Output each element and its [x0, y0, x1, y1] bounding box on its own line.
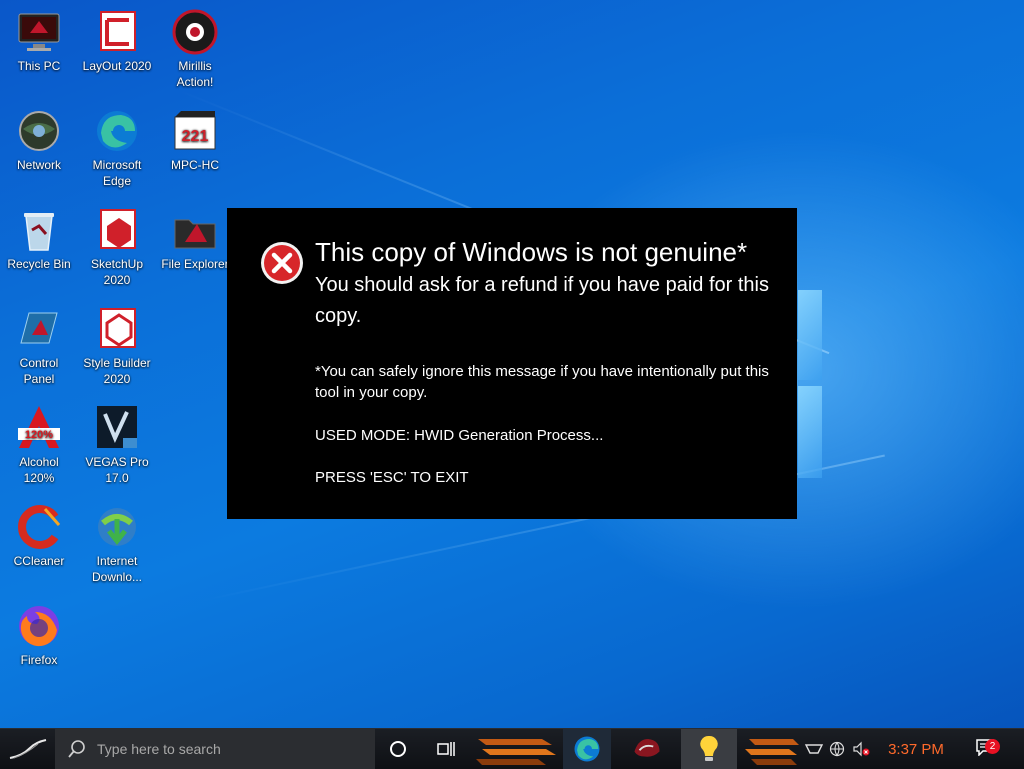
alcohol-icon: 120% [18, 406, 60, 448]
desktop-icon-mpc-hc[interactable]: 221 MPC-HC [156, 107, 234, 173]
not-genuine-dialog: This copy of Windows is not genuine* You… [227, 208, 797, 519]
rog-app-icon [634, 739, 660, 757]
volume-muted-icon [853, 741, 870, 757]
taskbar-search-box[interactable]: Type here to search [55, 729, 375, 769]
desktop-icon-mirillis[interactable]: Mirillis Action! [156, 8, 234, 90]
desktop-icon-style-builder[interactable]: Style Builder 2020 [78, 305, 156, 387]
this-pc-icon [18, 13, 60, 51]
clock-time: 3:37 PM [888, 740, 944, 758]
desktop-icon-control-panel[interactable]: Control Panel [0, 305, 78, 387]
network-icon [19, 111, 59, 151]
lightbulb-icon [700, 735, 718, 761]
taskbar-rog-decoration-right [740, 729, 802, 769]
sketchup-icon [100, 209, 136, 249]
desktop-icon-this-pc[interactable]: This PC [0, 8, 78, 74]
svg-text:120%: 120% [25, 429, 53, 441]
desktop-icon-file-explorer[interactable]: File Explorer [156, 206, 234, 272]
dialog-mode-text: USED MODE: HWID Generation Process... [315, 427, 604, 444]
search-placeholder: Type here to search [97, 741, 221, 757]
desktop-icon-idm[interactable]: Internet Downlo... [78, 503, 156, 585]
desktop-icon-layout[interactable]: LayOut 2020 [78, 8, 156, 74]
tray-volume-button[interactable] [850, 729, 872, 769]
firefox-icon [19, 606, 59, 647]
edge-icon [574, 736, 600, 762]
cortana-circle-icon [390, 741, 406, 757]
taskbar-rog-app-button[interactable] [623, 729, 671, 769]
desktop-icon-edge[interactable]: Microsoft Edge [78, 107, 156, 189]
svg-text:221: 221 [182, 128, 209, 145]
ccleaner-icon [18, 505, 61, 549]
rog-stripes-icon [745, 739, 799, 765]
file-explorer-icon [174, 219, 216, 249]
cortana-button[interactable] [380, 729, 416, 769]
wallpaper-logo-pane [798, 386, 822, 478]
recycle-bin-icon [24, 213, 54, 251]
taskbar: Type here to search 3:37 PM 2 [0, 728, 1024, 769]
dialog-subtitle: You should ask for a refund if you have … [315, 274, 769, 327]
desktop-icon-vegas[interactable]: VEGAS Pro 17.0 [78, 404, 156, 486]
desktop-icon-ccleaner[interactable]: CCleaner [0, 503, 78, 569]
task-view-icon [437, 742, 455, 756]
dialog-exit-hint: PRESS 'ESC' TO EXIT [315, 469, 469, 486]
mirillis-icon [172, 9, 218, 55]
rog-tray-icon [804, 744, 824, 754]
layout-icon [100, 11, 136, 51]
desktop-icon-alcohol[interactable]: 120% Alcohol 120% [0, 404, 78, 486]
rog-stripes-icon [476, 739, 556, 765]
desktop-icon-network[interactable]: Network [0, 107, 78, 173]
taskbar-rog-decoration [470, 729, 560, 769]
taskbar-tips-button[interactable] [681, 729, 737, 769]
tray-rog-icon-button[interactable] [802, 729, 826, 769]
action-center-button[interactable]: 2 [966, 729, 1006, 769]
search-icon [68, 740, 85, 758]
desktop-icon-firefox[interactable]: Firefox [0, 602, 78, 668]
desktop-icon-sketchup[interactable]: SketchUp 2020 [78, 206, 156, 288]
style-builder-icon [100, 308, 136, 348]
error-icon [261, 242, 303, 284]
start-logo-icon [9, 739, 46, 759]
control-panel-icon [20, 312, 58, 344]
wallpaper-logo-pane [798, 290, 822, 380]
desktop-icon-recycle-bin[interactable]: Recycle Bin [0, 206, 78, 272]
dialog-title: This copy of Windows is not genuine* [315, 237, 748, 267]
start-button[interactable] [0, 729, 55, 769]
taskbar-edge-button[interactable] [563, 729, 611, 769]
notification-count-badge: 2 [985, 739, 1000, 754]
task-view-button[interactable] [428, 729, 464, 769]
idm-icon [98, 508, 136, 546]
mpc-hc-icon: 221 [174, 111, 216, 150]
globe-icon [829, 741, 845, 757]
tray-clock[interactable]: 3:37 PM [878, 729, 954, 769]
tray-network-button[interactable] [827, 729, 847, 769]
edge-icon [97, 111, 137, 151]
vegas-icon [97, 406, 137, 448]
dialog-note: *You can safely ignore this message if y… [315, 363, 769, 401]
